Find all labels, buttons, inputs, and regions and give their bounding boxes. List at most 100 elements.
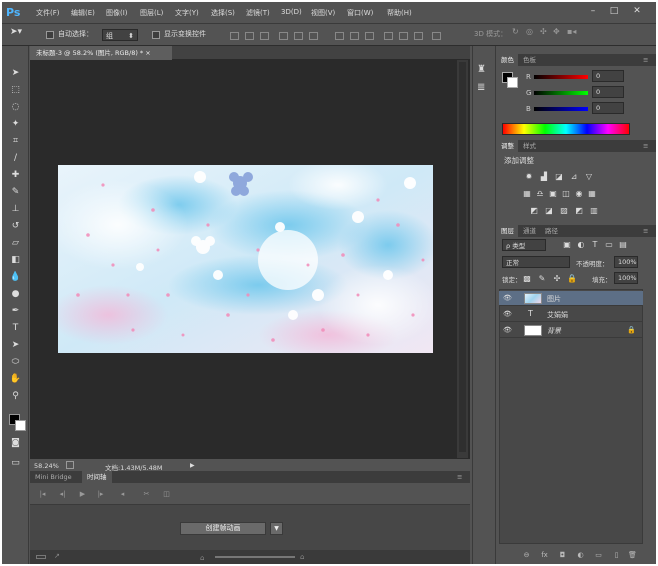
lock-pixels-icon[interactable]: ✎ — [537, 274, 547, 283]
threshold-icon[interactable]: ▨ — [559, 206, 569, 215]
menu-edit[interactable]: 编辑(E) — [71, 8, 95, 20]
zoom-tool-icon[interactable]: ⚲ — [8, 389, 23, 404]
blur-tool-icon[interactable]: 💧 — [8, 270, 23, 285]
distribute-top-icon[interactable] — [335, 32, 344, 40]
exposure-icon[interactable]: ⊿ — [569, 172, 579, 181]
menu-3d[interactable]: 3D(D) — [281, 8, 302, 20]
pen-tool-icon[interactable]: ✒ — [8, 304, 23, 319]
lock-position-icon[interactable]: ✣ — [552, 274, 562, 283]
hue-saturation-icon[interactable]: ▦ — [522, 189, 532, 198]
3d-rotate-icon[interactable]: ↻ — [512, 27, 519, 39]
g-channel-slider[interactable] — [534, 91, 588, 95]
color-spectrum-ramp[interactable] — [502, 123, 630, 135]
tab-paths[interactable]: 路径 — [541, 225, 562, 237]
tab-timeline[interactable]: 时间轴 — [82, 471, 112, 483]
menu-view[interactable]: 视图(V) — [311, 8, 335, 20]
move-tool-preset-icon[interactable]: ➤▾ — [10, 27, 22, 39]
tab-color[interactable]: 颜色 — [497, 54, 518, 66]
3d-slide-icon[interactable]: ✥ — [553, 27, 560, 39]
path-selection-tool-icon[interactable]: ➤ — [8, 338, 23, 353]
split-icon[interactable]: ✂ — [142, 490, 151, 499]
lock-all-icon[interactable]: 🔒 — [567, 274, 577, 283]
r-channel-slider[interactable] — [534, 75, 588, 79]
distribute-right-icon[interactable] — [414, 32, 423, 40]
visibility-eye-icon[interactable]: 👁 — [503, 294, 512, 302]
layer-row[interactable]: 👁 背景 🔒 — [499, 323, 643, 338]
distribute-left-icon[interactable] — [384, 32, 393, 40]
tab-channels[interactable]: 通道 — [519, 225, 540, 237]
close-button[interactable]: ✕ — [630, 5, 644, 17]
invert-icon[interactable]: ◩ — [529, 206, 539, 215]
tab-layers[interactable]: 图层 — [497, 225, 518, 237]
b-channel-value[interactable]: 0 — [592, 102, 624, 114]
lasso-tool-icon[interactable]: ◌ — [8, 100, 23, 115]
zoom-out-icon[interactable]: ⌂ — [200, 554, 204, 562]
history-panel-icon[interactable]: ♜ — [477, 64, 486, 75]
channel-mixer-icon[interactable]: ◉ — [574, 189, 584, 198]
vertical-scroll-thumb[interactable] — [459, 62, 466, 452]
black-white-icon[interactable]: ▣ — [548, 189, 558, 198]
healing-brush-tool-icon[interactable]: ✚ — [8, 168, 23, 183]
magic-wand-tool-icon[interactable]: ✦ — [8, 117, 23, 132]
selective-color-icon[interactable]: ▥ — [589, 206, 599, 215]
distribute-hcenter-icon[interactable] — [399, 32, 408, 40]
first-frame-icon[interactable]: |◂ — [38, 490, 47, 499]
quick-mask-icon[interactable]: ◙ — [8, 436, 23, 451]
minimize-button[interactable]: – — [586, 5, 600, 17]
3d-roll-icon[interactable]: ◎ — [526, 27, 533, 39]
hand-tool-icon[interactable]: ✋ — [8, 372, 23, 387]
align-vcenter-icon[interactable] — [245, 32, 254, 40]
crop-tool-icon[interactable]: ⌗ — [8, 134, 23, 149]
layers-menu-icon[interactable]: ≡ — [639, 225, 652, 237]
distribute-vcenter-icon[interactable] — [350, 32, 359, 40]
menu-type[interactable]: 文字(Y) — [175, 8, 199, 20]
color-panel-background-swatch[interactable] — [507, 77, 518, 88]
tab-styles[interactable]: 样式 — [519, 140, 540, 152]
document-tab[interactable]: 未标题-3 @ 58.2% (图片, RGB/8) * × — [30, 46, 172, 60]
audio-icon[interactable]: ◂ — [118, 490, 127, 499]
play-icon[interactable]: ▶ — [78, 490, 87, 499]
align-hcenter-icon[interactable] — [294, 32, 303, 40]
dodge-tool-icon[interactable]: ● — [8, 287, 23, 302]
filter-smart-icon[interactable]: ▤ — [618, 240, 628, 249]
filter-adjustment-icon[interactable]: ◐ — [576, 240, 586, 249]
posterize-icon[interactable]: ◪ — [544, 206, 554, 215]
color-balance-icon[interactable]: ♎ — [535, 189, 545, 198]
auto-select-checkbox[interactable] — [46, 31, 54, 43]
menu-filter[interactable]: 滤镜(T) — [246, 8, 270, 20]
timeline-render-icon[interactable]: ↗ — [54, 552, 60, 560]
marquee-tool-icon[interactable]: ⬚ — [8, 83, 23, 98]
clone-stamp-tool-icon[interactable]: ⊥ — [8, 202, 23, 217]
visibility-eye-icon[interactable]: 👁 — [503, 326, 512, 334]
align-left-icon[interactable] — [279, 32, 288, 40]
brush-tool-icon[interactable]: ✎ — [8, 185, 23, 200]
menu-image[interactable]: 图像(I) — [106, 8, 128, 20]
document-canvas[interactable] — [58, 165, 433, 353]
zoom-level[interactable]: 58.24% — [34, 462, 59, 470]
eyedropper-tool-icon[interactable]: ∕ — [8, 151, 23, 166]
create-frame-animation-button[interactable]: 创建帧动画 — [180, 522, 266, 535]
close-tab-icon[interactable]: × — [145, 49, 150, 57]
type-tool-icon[interactable]: T — [8, 321, 23, 336]
b-channel-slider[interactable] — [534, 107, 588, 111]
link-layers-icon[interactable]: ⊖ — [522, 551, 531, 560]
status-options-icon[interactable] — [66, 461, 74, 469]
tab-adjustments[interactable]: 调整 — [497, 140, 518, 152]
distribute-bottom-icon[interactable] — [365, 32, 374, 40]
menu-window[interactable]: 窗口(W) — [347, 8, 373, 20]
transition-icon[interactable]: ◫ — [162, 490, 171, 499]
curves-icon[interactable]: ◪ — [554, 172, 564, 181]
auto-select-dropdown[interactable]: 组 ⬍ — [102, 29, 138, 41]
layer-mask-icon[interactable]: ◘ — [558, 551, 567, 560]
properties-panel-icon[interactable]: ≣ — [477, 82, 485, 93]
r-channel-value[interactable]: 0 — [592, 70, 624, 82]
create-options-dropdown[interactable]: ▼ — [270, 522, 283, 535]
align-bottom-icon[interactable] — [260, 32, 269, 40]
screen-mode-icon[interactable]: ▭ — [8, 456, 23, 471]
filter-type-icon[interactable]: T — [590, 240, 600, 249]
layer-row[interactable]: 👁 T 艾娟娟 — [499, 307, 643, 322]
ellipse-tool-icon[interactable]: ⬭ — [8, 355, 23, 370]
brightness-contrast-icon[interactable]: ✹ — [524, 172, 534, 181]
eraser-tool-icon[interactable]: ▱ — [8, 236, 23, 251]
timeline-zoom-slider[interactable] — [215, 556, 295, 558]
